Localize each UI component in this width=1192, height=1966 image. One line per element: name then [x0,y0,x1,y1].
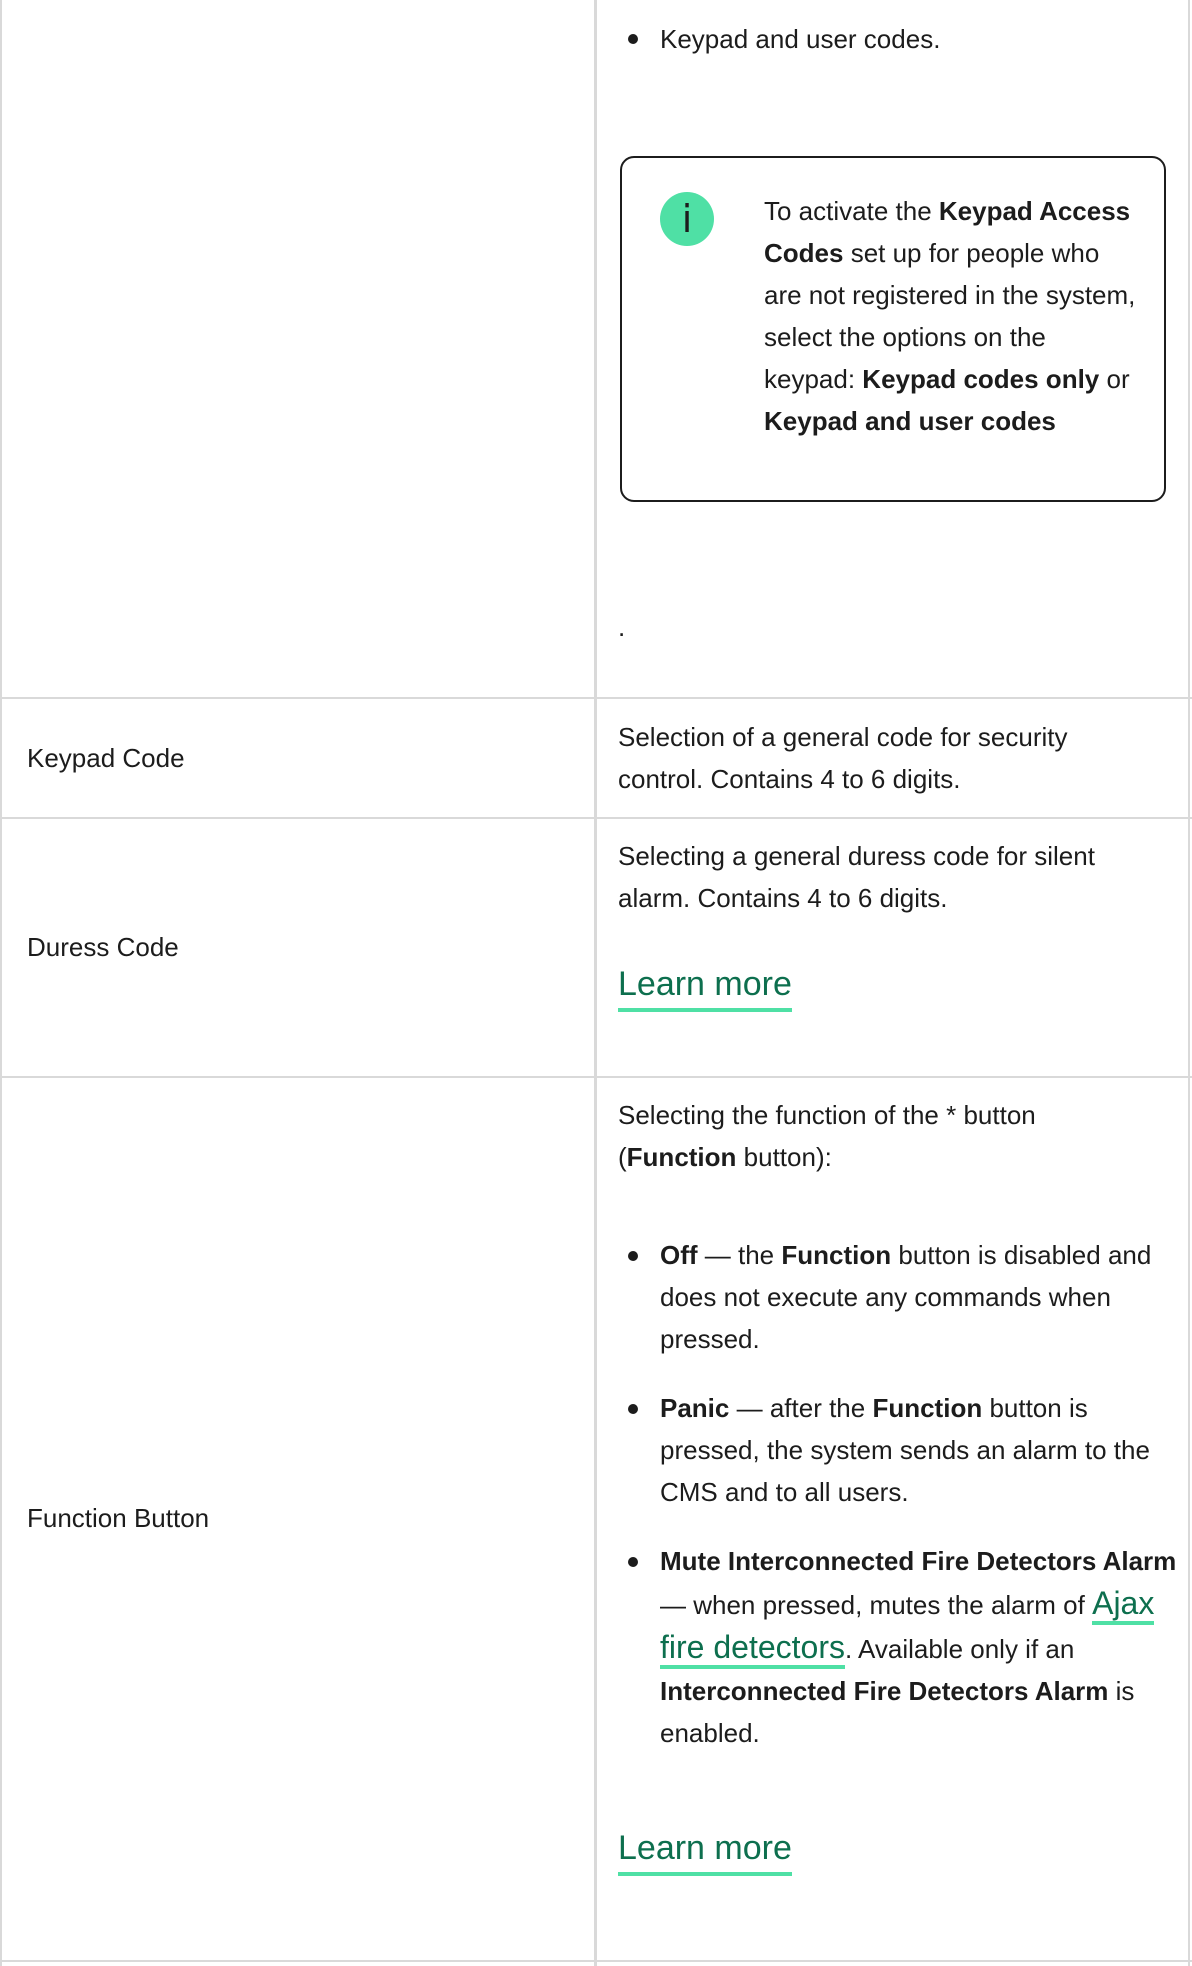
bullet-item: Keypad and user codes. [660,24,941,54]
bullet-panic: Panic — after the Function button is pre… [660,1393,1150,1507]
row-divider [0,1960,1192,1962]
row-divider [0,1076,1192,1078]
learn-more-link-function[interactable]: Learn more [618,1826,792,1876]
bullet-dot [628,1251,638,1261]
bullet-dot [628,1557,638,1567]
row-label-keypad-code: Keypad Code [27,743,185,773]
bullet-off: Off — the Function button is disabled an… [660,1240,1152,1354]
bullet-dot [628,1404,638,1414]
row-label-duress-code: Duress Code [27,932,179,962]
function-intro: Selecting the function of the * button (… [618,1100,1036,1172]
trailing-dot: . [618,612,626,642]
bullet-dot [628,34,638,44]
table-left-border [0,0,2,1966]
info-note: i To activate the Keypad Access Codes se… [620,156,1166,502]
row-desc-keypad-code: Selection of a general code for security… [618,722,1068,794]
info-note-text: To activate the Keypad Access Codes set … [764,196,1136,436]
row-desc-duress-code: Selecting a general duress code for sile… [618,841,1095,913]
info-icon: i [660,192,714,246]
learn-more-link-duress[interactable]: Learn more [618,962,792,1012]
bullet-mute: Mute Interconnected Fire Detectors Alarm… [660,1546,1177,1748]
row-divider [0,817,1192,819]
table-column-divider [594,0,597,1966]
row-label-function-button: Function Button [27,1503,210,1533]
table-right-border [1188,0,1190,1966]
row-divider [0,697,1192,699]
